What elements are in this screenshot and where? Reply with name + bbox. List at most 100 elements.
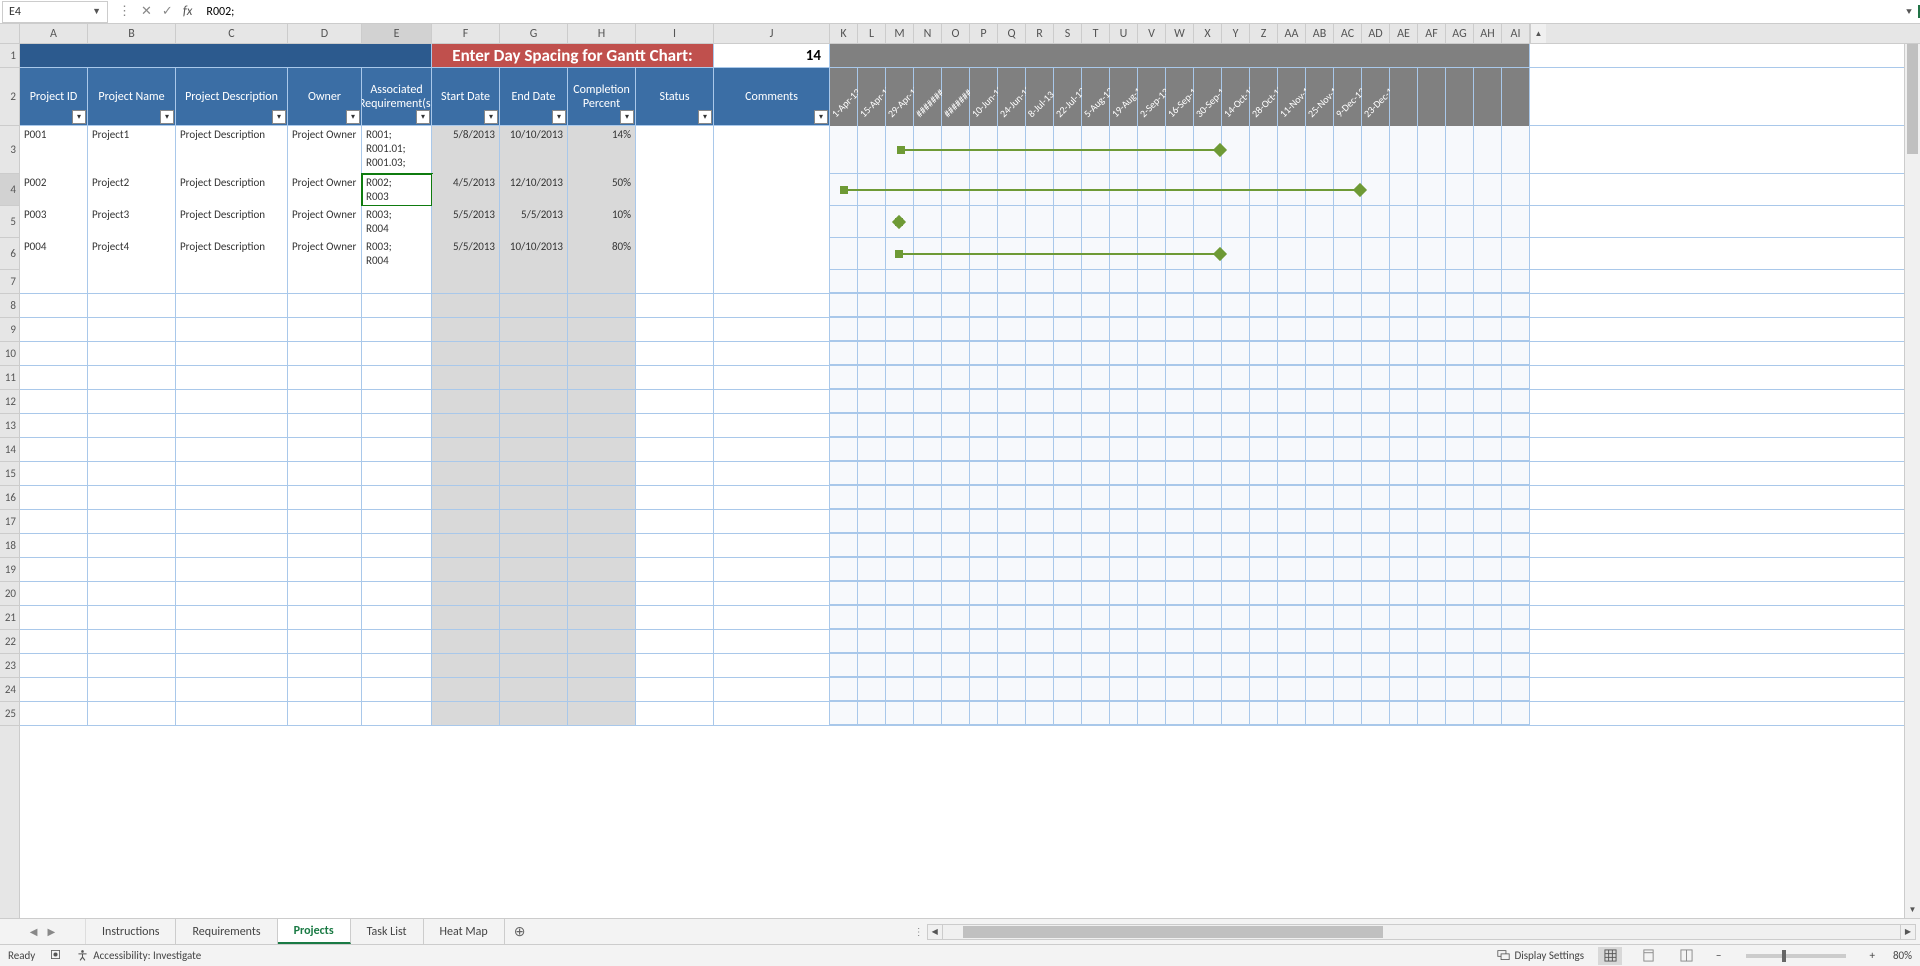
empty-cell[interactable] [636, 294, 714, 317]
empty-cell[interactable] [88, 654, 176, 677]
gantt-cell[interactable] [1026, 414, 1054, 437]
gantt-cell[interactable] [1306, 582, 1334, 605]
empty-cell[interactable] [362, 558, 432, 581]
gantt-cell[interactable] [1194, 558, 1222, 581]
gantt-cell[interactable] [998, 462, 1026, 485]
gantt-cell[interactable] [1502, 294, 1530, 317]
gantt-cell[interactable] [942, 438, 970, 461]
gantt-cell[interactable] [1026, 582, 1054, 605]
gantt-cell[interactable] [830, 318, 858, 341]
filter-button[interactable]: ▾ [484, 110, 498, 124]
gantt-cell[interactable] [1250, 238, 1278, 270]
empty-cell[interactable] [176, 702, 288, 725]
gantt-cell[interactable] [914, 318, 942, 341]
row-header-14[interactable]: 14 [0, 438, 19, 462]
gantt-cell[interactable] [1278, 678, 1306, 701]
empty-cell[interactable] [432, 414, 500, 437]
column-header-Q[interactable]: Q [998, 24, 1026, 43]
gantt-cell[interactable] [1446, 534, 1474, 557]
table-header-cell[interactable]: Comments▾ [714, 68, 830, 125]
empty-cell[interactable] [432, 486, 500, 509]
gantt-cell[interactable] [886, 462, 914, 485]
gantt-cell[interactable] [886, 238, 914, 270]
empty-cell[interactable] [288, 390, 362, 413]
gantt-cell[interactable] [830, 702, 858, 725]
empty-cell[interactable] [636, 510, 714, 533]
gantt-cell[interactable] [1194, 702, 1222, 725]
empty-cell[interactable] [568, 270, 636, 293]
gantt-cell[interactable] [970, 606, 998, 629]
gantt-cell[interactable] [1194, 294, 1222, 317]
column-header-G[interactable]: G [500, 24, 568, 43]
empty-cell[interactable] [500, 438, 568, 461]
gantt-cell[interactable] [1082, 654, 1110, 677]
column-header-AD[interactable]: AD [1362, 24, 1390, 43]
gantt-cell[interactable] [1250, 582, 1278, 605]
gantt-cell[interactable] [1026, 510, 1054, 533]
gantt-cell[interactable] [1474, 414, 1502, 437]
data-cell[interactable]: 4/5/2013 [432, 174, 500, 206]
data-cell[interactable]: Project Description [176, 126, 288, 174]
gantt-cell[interactable] [858, 366, 886, 389]
gantt-cell[interactable] [1502, 654, 1530, 677]
gantt-cell[interactable] [858, 462, 886, 485]
empty-cell[interactable] [362, 702, 432, 725]
empty-cell[interactable] [362, 630, 432, 653]
sheet-tab-heat-map[interactable]: Heat Map [424, 919, 505, 944]
gantt-cell[interactable] [970, 342, 998, 365]
gantt-cell[interactable] [1474, 558, 1502, 581]
empty-cell[interactable] [88, 366, 176, 389]
gantt-cell[interactable] [1362, 462, 1390, 485]
empty-cell[interactable] [20, 678, 88, 701]
column-header-M[interactable]: M [886, 24, 914, 43]
empty-cell[interactable] [714, 702, 830, 725]
gantt-cell[interactable] [970, 294, 998, 317]
gantt-cell[interactable] [1502, 486, 1530, 509]
gantt-cell[interactable] [1390, 174, 1418, 206]
gantt-cell[interactable] [1362, 558, 1390, 581]
empty-cell[interactable] [176, 366, 288, 389]
gantt-cell[interactable] [886, 654, 914, 677]
table-header-cell[interactable]: End Date▾ [500, 68, 568, 125]
gantt-cell[interactable] [1082, 558, 1110, 581]
gantt-cell[interactable] [1278, 654, 1306, 677]
gantt-cell[interactable] [1250, 366, 1278, 389]
gantt-cell[interactable] [1306, 342, 1334, 365]
empty-cell[interactable] [714, 438, 830, 461]
gantt-cell[interactable] [1194, 582, 1222, 605]
data-cell[interactable] [636, 126, 714, 174]
row-header-9[interactable]: 9 [0, 318, 19, 342]
gantt-cell[interactable] [858, 126, 886, 174]
sheet-tab-instructions[interactable]: Instructions [86, 919, 176, 944]
data-cell[interactable]: R003; R004 [362, 206, 432, 238]
empty-cell[interactable] [500, 462, 568, 485]
gantt-cell[interactable] [1390, 438, 1418, 461]
gantt-cell[interactable] [1278, 630, 1306, 653]
gantt-cell[interactable] [858, 534, 886, 557]
empty-cell[interactable] [362, 270, 432, 293]
gantt-cell[interactable] [858, 342, 886, 365]
gantt-cell[interactable] [1474, 294, 1502, 317]
gantt-cell[interactable] [1222, 390, 1250, 413]
gantt-cell[interactable] [1110, 414, 1138, 437]
gantt-cell[interactable] [1362, 206, 1390, 238]
gantt-cell[interactable] [858, 486, 886, 509]
data-cell[interactable] [636, 174, 714, 206]
gantt-cell[interactable] [1390, 702, 1418, 725]
gantt-cell[interactable] [1362, 270, 1390, 293]
gantt-cell[interactable] [830, 654, 858, 677]
empty-cell[interactable] [20, 414, 88, 437]
empty-cell[interactable] [636, 582, 714, 605]
gantt-cell[interactable] [970, 126, 998, 174]
gantt-cell[interactable] [1362, 342, 1390, 365]
gantt-cell[interactable] [1026, 366, 1054, 389]
gantt-cell[interactable] [1334, 206, 1362, 238]
gantt-cell[interactable] [914, 238, 942, 270]
gantt-cell[interactable] [1082, 510, 1110, 533]
column-header-P[interactable]: P [970, 24, 998, 43]
empty-cell[interactable] [714, 486, 830, 509]
accessibility-icon[interactable]: Accessibility: Investigate [76, 949, 201, 962]
gantt-cell[interactable] [970, 414, 998, 437]
gantt-cell[interactable] [1362, 678, 1390, 701]
gantt-cell[interactable] [830, 126, 858, 174]
